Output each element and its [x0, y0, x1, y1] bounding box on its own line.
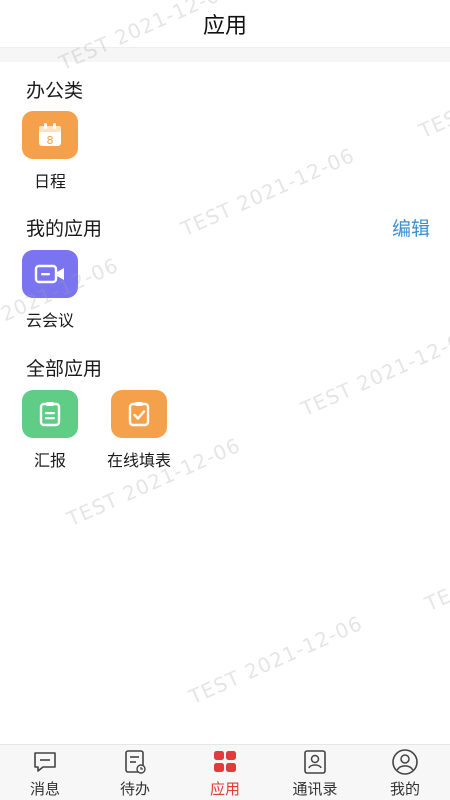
tab-label: 通讯录: [292, 780, 338, 798]
app-tile-schedule[interactable]: 8 日程: [5, 111, 95, 192]
tab-contacts[interactable]: 通讯录: [270, 745, 360, 800]
tab-messages[interactable]: 消息: [0, 745, 90, 800]
page-header: 应用: [0, 0, 450, 48]
calendar-day-number: 8: [47, 134, 54, 147]
contacts-icon: [301, 749, 329, 775]
clipboard-check-icon: [111, 390, 167, 438]
calendar-icon: 8: [22, 111, 78, 159]
page-title: 应用: [202, 13, 247, 39]
bottom-tab-bar: 消息 待办 应用 通讯录 我的: [0, 744, 450, 800]
todo-icon: [121, 749, 149, 775]
app-label: 日程: [33, 172, 66, 191]
app-tile-online-form[interactable]: 在线填表: [94, 390, 184, 471]
watermark: TEST 2021-12-06: [297, 322, 450, 422]
app-label: 云会议: [25, 311, 74, 330]
message-icon: [31, 749, 59, 775]
apps-grid-icon: [211, 749, 239, 775]
watermark: TEST 2021-12-06: [177, 142, 359, 242]
tab-label: 应用: [209, 780, 240, 798]
section-title-office: 办公类: [26, 80, 84, 102]
profile-icon: [391, 749, 419, 775]
app-label: 在线填表: [106, 451, 171, 470]
app-tile-report[interactable]: 汇报: [5, 390, 95, 471]
tab-todo[interactable]: 待办: [90, 745, 180, 800]
watermark: TEST 2021-12-06: [421, 518, 450, 617]
section-title-all-apps: 全部应用: [26, 358, 103, 380]
tab-profile[interactable]: 我的: [360, 745, 450, 800]
tab-apps[interactable]: 应用: [180, 745, 270, 800]
header-divider-band: [0, 48, 450, 62]
tab-label: 消息: [29, 780, 60, 798]
section-title-my-apps: 我的应用: [26, 218, 103, 240]
report-icon: [22, 390, 78, 438]
tab-label: 我的: [389, 780, 420, 798]
watermark: TEST 2021-12-06: [185, 610, 367, 710]
tab-label: 待办: [119, 780, 150, 798]
app-tile-cloud-meeting[interactable]: 云会议: [5, 250, 95, 331]
app-label: 汇报: [33, 451, 66, 470]
video-camera-icon: [22, 250, 78, 298]
edit-button[interactable]: 编辑: [392, 214, 430, 241]
